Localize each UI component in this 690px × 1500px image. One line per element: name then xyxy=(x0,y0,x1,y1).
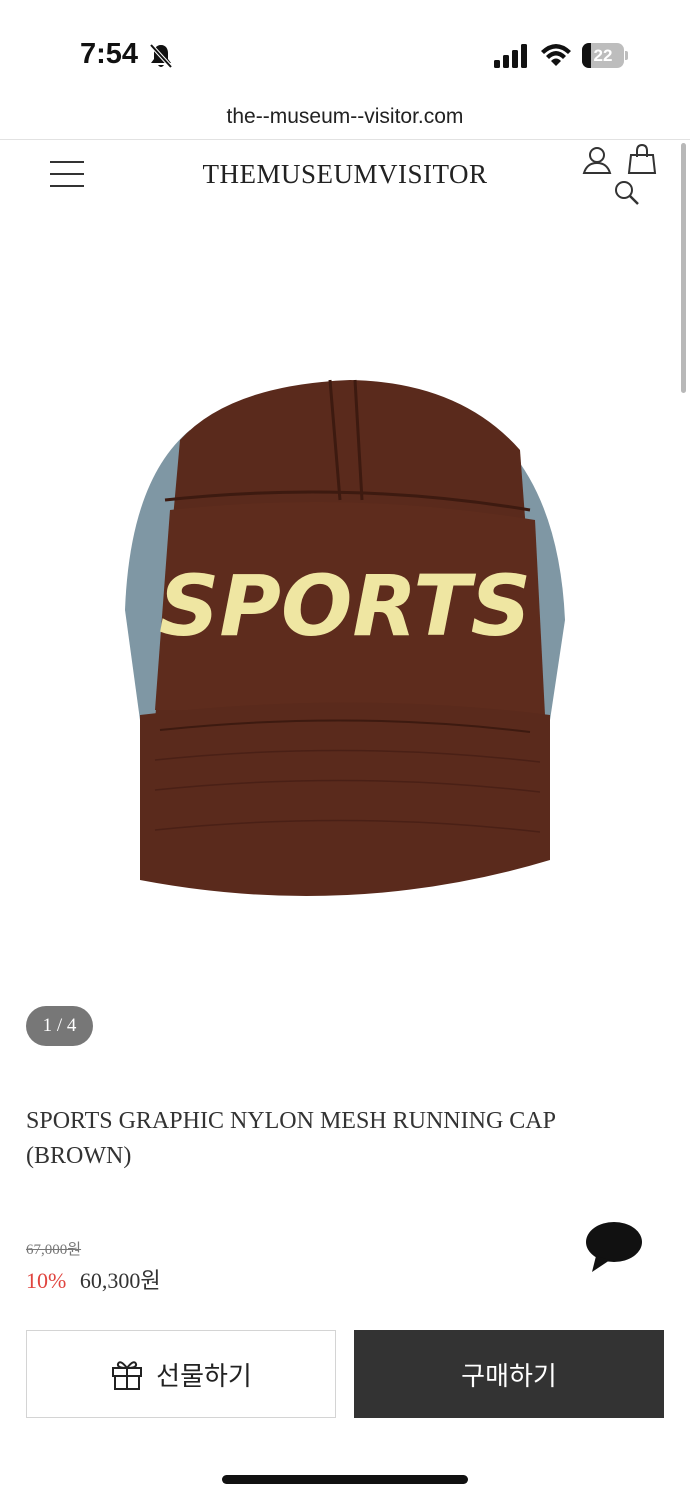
buy-button-label: 구매하기 xyxy=(461,1361,557,1392)
home-indicator xyxy=(222,1475,468,1484)
cap-graphic-text: SPORTS xyxy=(159,557,531,655)
product-name: SPORTS GRAPHIC NYLON MESH RUNNING CAP (B… xyxy=(26,1108,556,1169)
status-bar: 7:54 22 xyxy=(0,0,690,100)
site-header: THEMUSEUMVISITOR xyxy=(0,141,690,211)
bell-slash-icon xyxy=(149,43,173,69)
scrollbar[interactable] xyxy=(681,143,686,393)
wifi-icon xyxy=(541,44,571,66)
signal-icon xyxy=(494,44,527,68)
battery-level: 22 xyxy=(593,46,613,65)
status-time: 7:54 xyxy=(80,38,139,70)
product-image[interactable]: SPORTS xyxy=(100,360,590,920)
price-row: 10% 60,300원 xyxy=(26,1263,161,1295)
image-counter: 1 / 4 xyxy=(26,1006,93,1046)
chat-bubble-icon[interactable] xyxy=(582,1218,646,1274)
discount-rate: 10% xyxy=(26,1268,67,1293)
url-text: the--museum--visitor.com xyxy=(226,105,464,128)
bottom-action-bar: 선물하기 구매하기 xyxy=(0,1312,690,1500)
gift-icon xyxy=(112,1361,143,1390)
gift-button-label: 선물하기 xyxy=(156,1361,252,1392)
user-icon[interactable] xyxy=(582,145,612,175)
battery-icon: 22 xyxy=(582,43,628,68)
search-icon[interactable] xyxy=(613,179,641,207)
url-bar[interactable]: the--museum--visitor.com xyxy=(0,100,690,140)
buy-button[interactable]: 구매하기 xyxy=(354,1330,664,1418)
sale-price: 60,300원 xyxy=(79,1268,161,1293)
shopping-bag-icon[interactable] xyxy=(627,143,657,175)
original-price: 67,000원 xyxy=(26,1242,82,1258)
gift-button[interactable]: 선물하기 xyxy=(26,1330,336,1418)
